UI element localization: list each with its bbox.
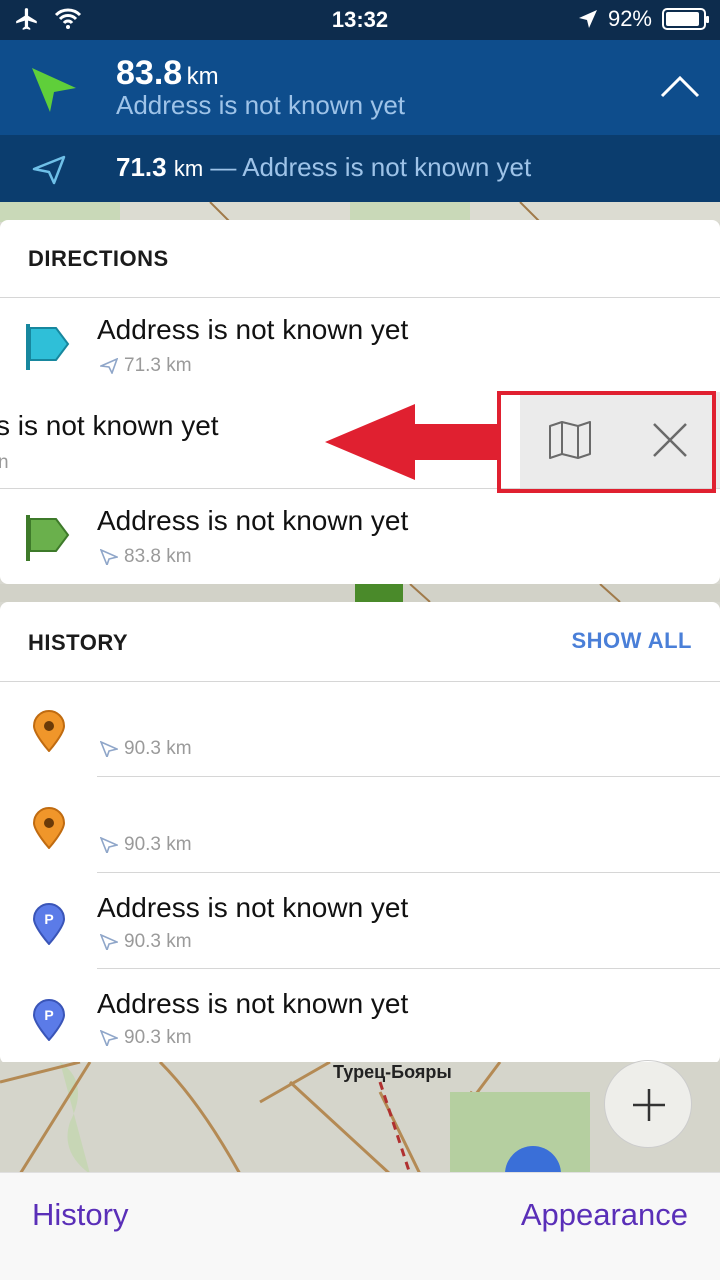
parking-pin-icon: P	[32, 903, 66, 945]
direction-distance-value: 83.8 km	[124, 546, 192, 567]
history-item[interactable]: P Address is not known yet 90.3 km	[0, 969, 720, 1064]
swipe-left-arrow-icon	[325, 404, 500, 480]
svg-text:P: P	[44, 911, 53, 927]
map-place-label: Турец-Бояры	[333, 1062, 452, 1082]
history-item[interactable]: 90.3 km	[0, 777, 720, 873]
history-distance-value: 90.3 km	[124, 738, 192, 759]
direction-title: Address is not known yet	[97, 314, 409, 345]
green-flag-icon	[26, 515, 70, 561]
history-title: HISTORY	[28, 630, 129, 655]
direction-distance-value: 71.3 km	[124, 355, 192, 376]
history-item[interactable]: 90.3 km	[0, 682, 720, 778]
appearance-tab[interactable]: Appearance	[521, 1197, 688, 1233]
navigation-outline-icon	[100, 358, 118, 374]
next-waypoint[interactable]: 71.3 km — Address is not known yet	[0, 135, 720, 202]
direction-item[interactable]: Address is not known yet 83.8 km	[0, 489, 720, 584]
bottom-toolbar: History Appearance	[0, 1172, 720, 1280]
direction-distance: n	[0, 452, 9, 474]
route-address: Address is not known yet	[116, 90, 406, 120]
chevron-up-icon[interactable]	[660, 68, 700, 108]
direction-distance-value: n	[0, 452, 9, 473]
battery-icon	[662, 8, 709, 30]
direction-title: Address is not known yet	[97, 505, 409, 536]
parking-pin-icon: P	[32, 999, 66, 1041]
direction-item[interactable]: Address is not known yet 71.3 km	[0, 298, 720, 393]
orange-pin-icon	[32, 807, 66, 849]
navigation-arrow-icon	[32, 68, 76, 112]
plus-icon	[633, 1089, 665, 1121]
map-background-middle	[0, 583, 720, 603]
next-distance-value: 71.3	[116, 152, 167, 182]
route-distance: 83.8 km	[116, 54, 219, 93]
history-distance: 90.3 km	[100, 738, 192, 760]
history-distance-value: 90.3 km	[124, 1027, 192, 1048]
location-arrow-icon	[578, 10, 597, 28]
direction-title: s is not known yet	[0, 410, 219, 441]
route-distance-unit: km	[186, 63, 219, 90]
history-distance: 90.3 km	[100, 931, 192, 953]
history-title-text: Address is not known yet	[97, 892, 409, 923]
next-separator: —	[210, 152, 237, 182]
next-distance-unit: km	[173, 156, 204, 181]
history-card: HISTORY SHOW ALL 90.3 km 90.3 km P Addre…	[0, 602, 720, 1064]
history-title-text: Address is not known yet	[97, 988, 409, 1019]
direction-distance: 71.3 km	[100, 355, 192, 377]
battery-percent: 92%	[607, 6, 652, 31]
next-address: Address is not known yet	[242, 152, 532, 182]
history-distance-value: 90.3 km	[124, 834, 192, 855]
navigation-outline-icon	[100, 837, 118, 853]
navigation-outline-icon	[32, 155, 66, 185]
navigation-outline-icon	[100, 741, 118, 757]
map-background-top	[0, 201, 720, 223]
highlight-box	[497, 391, 716, 493]
orange-pin-icon	[32, 710, 66, 752]
status-bar: 13:32 92%	[0, 0, 720, 40]
history-tab[interactable]: History	[32, 1197, 128, 1233]
history-distance: 90.3 km	[100, 834, 192, 856]
history-distance: 90.3 km	[100, 1027, 192, 1049]
route-distance-value: 83.8	[116, 54, 183, 92]
directions-title: DIRECTIONS	[28, 246, 169, 271]
zoom-in-button[interactable]	[604, 1060, 692, 1148]
route-summary[interactable]: 83.8 km Address is not known yet	[0, 40, 720, 135]
battery-fill	[666, 12, 700, 26]
direction-distance: 83.8 km	[100, 546, 192, 568]
navigation-outline-icon	[100, 1030, 118, 1046]
svg-text:P: P	[44, 1007, 53, 1023]
navigation-outline-icon	[100, 934, 118, 950]
history-item[interactable]: P Address is not known yet 90.3 km	[0, 873, 720, 969]
navigation-outline-icon	[100, 549, 118, 565]
history-distance-value: 90.3 km	[124, 931, 192, 952]
show-all-button[interactable]: SHOW ALL	[572, 628, 693, 654]
cyan-flag-icon	[26, 324, 70, 370]
